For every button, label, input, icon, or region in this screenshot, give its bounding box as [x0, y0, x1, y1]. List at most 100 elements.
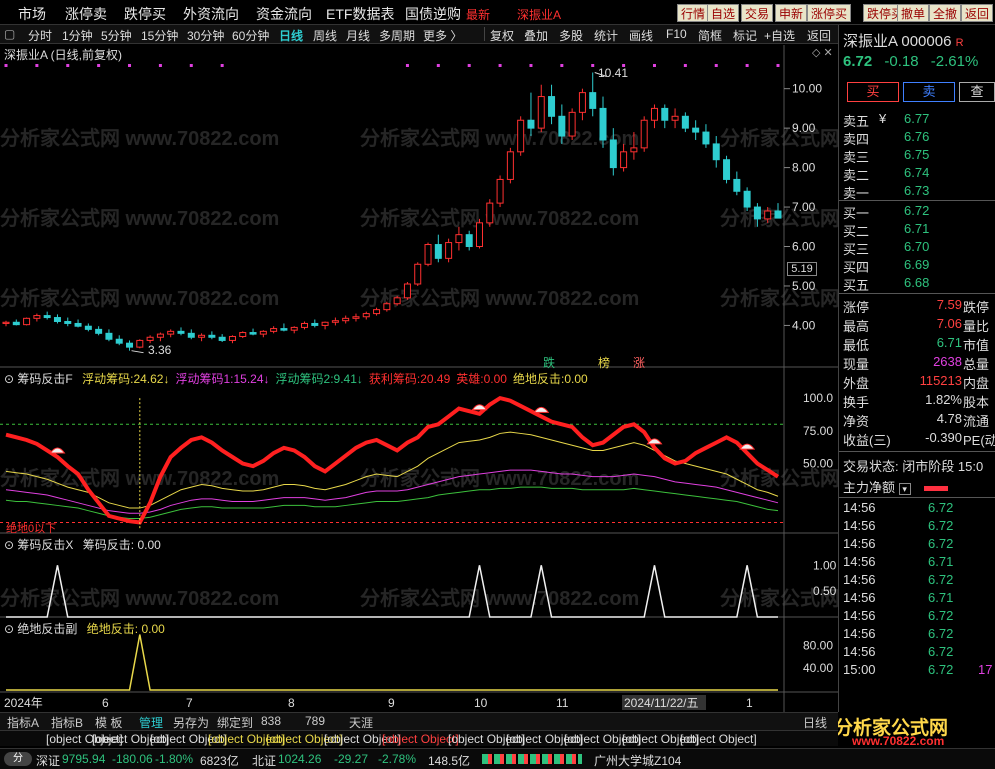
tick-time: 14:56: [843, 536, 876, 551]
frame-button[interactable]: 简框: [698, 27, 722, 44]
ask-row[interactable]: 卖三 6.75: [843, 147, 993, 165]
top-button-1[interactable]: 自选: [707, 4, 740, 22]
event-label: 榜: [598, 356, 611, 370]
mark-button[interactable]: 标记: [733, 27, 757, 44]
template-tab[interactable]: 另存为: [170, 714, 212, 731]
ask-row[interactable]: 卖一 6.73: [843, 183, 993, 201]
buy-button[interactable]: 买: [847, 82, 899, 102]
template-tab[interactable]: 指标A: [4, 714, 42, 731]
bid-row[interactable]: 买五 6.68: [843, 275, 993, 293]
signal-dot: [405, 64, 409, 67]
bid-row[interactable]: 买四 6.69: [843, 257, 993, 275]
period-1min[interactable]: 1分钟: [62, 27, 93, 44]
candle-body: [218, 336, 226, 341]
menu-etf-table[interactable]: ETF数据表: [326, 4, 394, 24]
profit-line: [5, 395, 780, 525]
period-15min[interactable]: 15分钟: [141, 27, 178, 44]
bid-row[interactable]: 买二 6.71: [843, 221, 993, 239]
period-multi[interactable]: 多周期: [379, 27, 415, 44]
panel2-field-label: 筹码反击:: [82, 538, 135, 552]
period-label: 日线: [803, 716, 828, 730]
candle-body: [578, 92, 586, 113]
index1-change: -180.06: [112, 752, 153, 766]
divider: [839, 497, 995, 498]
template-tab[interactable]: 789: [302, 714, 328, 728]
ask-label: 卖二: [843, 168, 870, 183]
function-tab[interactable]: [object Object]: [680, 732, 757, 746]
candle-body: [290, 326, 298, 331]
ask-price: 6.76: [904, 129, 930, 144]
period-60min[interactable]: 60分钟: [232, 27, 269, 44]
stat-value: 7.59: [936, 297, 962, 312]
template-tab[interactable]: 绑定到: [214, 714, 256, 731]
add-watch-button[interactable]: +自选: [764, 27, 795, 44]
panel1-field-value: 24.62: [133, 372, 164, 386]
menu-foreign-flow[interactable]: 外资流向: [183, 4, 239, 24]
draw-button[interactable]: 画线: [629, 27, 653, 44]
bid-row[interactable]: 买三 6.70: [843, 239, 993, 257]
candle-body: [2, 321, 10, 324]
tick-row: 14:56 6.72: [843, 644, 995, 662]
quote-panel: 深振业A 000006 R 6.72 -0.18 -2.61% 买 卖 查 卖五…: [838, 25, 995, 745]
menu-market[interactable]: 市场: [18, 4, 46, 24]
top-button-4[interactable]: 涨停买: [807, 4, 852, 22]
template-tab[interactable]: 管理: [136, 714, 166, 731]
ask-price: 6.75: [904, 147, 930, 162]
ask-row[interactable]: 卖四 6.76: [843, 129, 993, 147]
overlay-button[interactable]: 叠加: [524, 27, 548, 44]
period-5min[interactable]: 5分钟: [101, 27, 132, 44]
period-monthly[interactable]: 月线: [346, 27, 370, 44]
tick-price: 6.72: [928, 536, 954, 551]
top-button-3[interactable]: 申新: [775, 4, 808, 22]
back-button[interactable]: 返回: [807, 27, 831, 44]
candle-body: [609, 139, 617, 169]
top-button-8[interactable]: 返回: [961, 4, 994, 22]
template-tab[interactable]: 指标B: [48, 714, 86, 731]
stat-label: 换手: [843, 395, 870, 410]
template-tab[interactable]: 天涯: [346, 714, 376, 731]
collapse-icon[interactable]: ⊙: [4, 622, 14, 636]
top-button-7[interactable]: 全撤: [929, 4, 962, 22]
stat-label: 收益(三): [843, 433, 891, 448]
top-button-6[interactable]: 撤单: [897, 4, 930, 22]
tick-row: 14:56 6.72: [843, 608, 995, 626]
multi-stock-button[interactable]: 多股: [559, 27, 583, 44]
period-30min[interactable]: 30分钟: [187, 27, 224, 44]
period-daily[interactable]: 日线: [279, 27, 303, 44]
menu-limit-up-sell[interactable]: 涨停卖: [65, 4, 107, 24]
template-tab[interactable]: 模 板: [92, 714, 125, 731]
index2-change: -29.27: [334, 752, 369, 766]
period-weekly[interactable]: 周线: [313, 27, 337, 44]
menu-reverse-repo[interactable]: 国债逆购: [405, 4, 461, 24]
f10-button[interactable]: F10: [666, 27, 687, 41]
last-price: 6.72: [843, 53, 873, 70]
ticker-stock: 深振业A: [517, 8, 562, 22]
period-intraday[interactable]: 分时: [28, 27, 52, 44]
top-button-2[interactable]: 交易: [741, 4, 774, 22]
toggle-switch[interactable]: 分: [4, 752, 32, 766]
ask-row[interactable]: 卖二 6.74: [843, 165, 993, 183]
reversal-signal-line: [6, 634, 778, 691]
panel1-field-value: 0.00: [564, 372, 588, 386]
ask-row[interactable]: 卖五 ¥6.77: [843, 111, 993, 129]
candle-body: [403, 283, 411, 299]
candle-body: [475, 222, 483, 248]
menu-fund-flow[interactable]: 资金流向: [256, 4, 312, 24]
stats-button[interactable]: 统计: [594, 27, 618, 44]
template-tab[interactable]: 838: [258, 714, 284, 728]
menu-limit-down-buy[interactable]: 跌停买: [124, 4, 166, 24]
bid-price: 6.71: [904, 221, 930, 236]
collapse-icon[interactable]: ⊙: [4, 372, 14, 386]
top-button-0[interactable]: 行情: [677, 4, 710, 22]
tick-row: 14:56 6.72: [843, 572, 995, 590]
candle-body: [84, 325, 92, 330]
period-more[interactable]: 更多 〉: [423, 27, 462, 44]
collapse-icon[interactable]: ⊙: [4, 538, 14, 552]
bid-row[interactable]: 买一 6.72: [843, 203, 993, 221]
adjust-button[interactable]: 复权: [490, 27, 514, 44]
diamond-icon[interactable]: ◇ ✕: [812, 46, 833, 59]
sell-button[interactable]: 卖: [903, 82, 955, 102]
query-button[interactable]: 查: [959, 82, 995, 102]
dropdown-icon[interactable]: ▾: [898, 482, 911, 495]
stat-row: 最低 6.71 市值: [843, 335, 995, 353]
